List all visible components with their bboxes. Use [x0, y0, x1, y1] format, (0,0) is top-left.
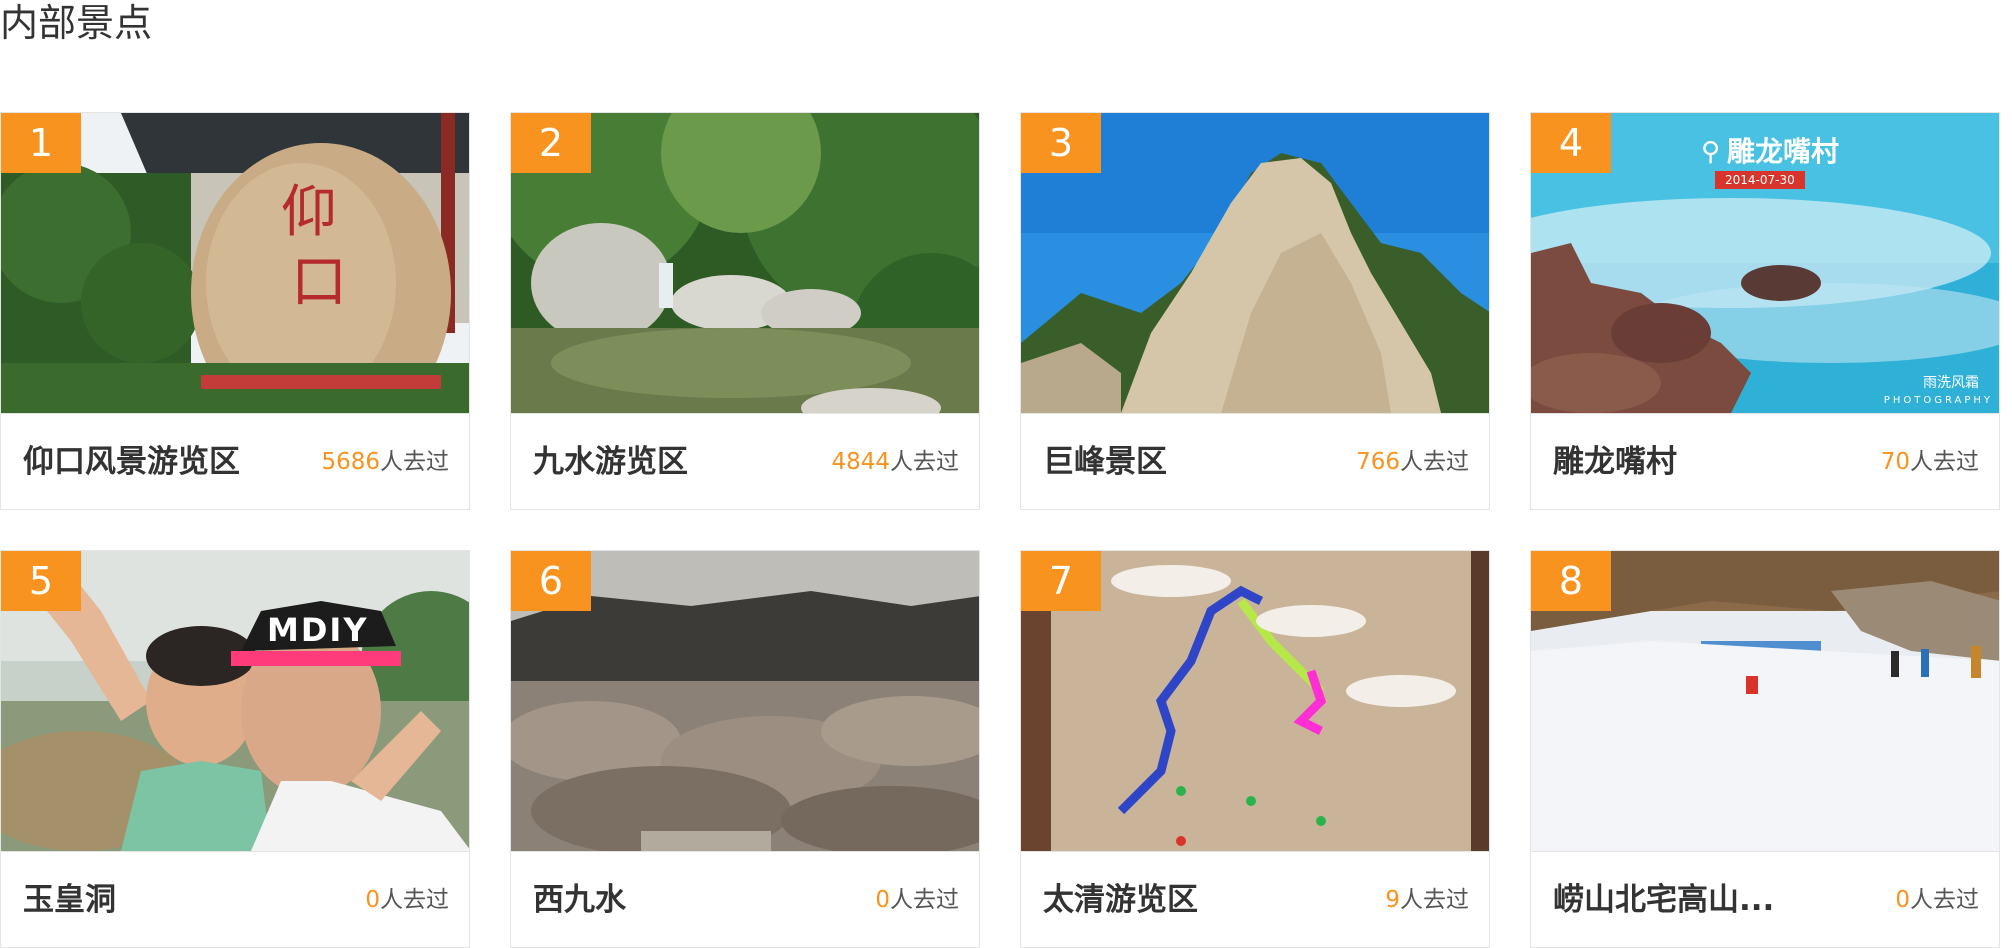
visit-suffix: 人去过 [380, 887, 449, 913]
overlay-date: 2014-07-30 [1715, 171, 1805, 189]
spot-name[interactable]: 太清游览区 [1043, 852, 1198, 947]
spot-info: 崂山北宅高山... 0人去过 [1531, 851, 1999, 947]
spot-card-1[interactable]: 仰 口 1 仰口风景游览区 5686人去过 [0, 112, 470, 510]
spot-info: 九水游览区 4844人去过 [511, 413, 979, 509]
page-title: 内部景点 [0, 1, 153, 45]
visit-count: 9人去过 [1385, 852, 1469, 947]
rank-badge: 5 [1, 551, 81, 611]
visit-suffix: 人去过 [890, 449, 959, 475]
spot-name[interactable]: 九水游览区 [533, 414, 688, 509]
spot-info: 巨峰景区 766人去过 [1021, 413, 1489, 509]
spot-card-3[interactable]: 3 巨峰景区 766人去过 [1020, 112, 1490, 510]
spot-info: 雕龙嘴村 70人去过 [1531, 413, 1999, 509]
rank-badge: 3 [1021, 113, 1101, 173]
watermark: 雨洗风霜 [1923, 375, 1979, 391]
visit-suffix: 人去过 [1910, 449, 1979, 475]
spot-name[interactable]: 巨峰景区 [1043, 414, 1167, 509]
visit-number: 0 [1895, 887, 1910, 913]
visit-number: 0 [365, 887, 380, 913]
rank-badge: 1 [1, 113, 81, 173]
spot-card-4[interactable]: ⚲ 雕龙嘴村 2014-07-30 雨洗风霜 PHOTOGRAPHY 4 雕龙嘴… [1530, 112, 2000, 510]
visit-number: 766 [1356, 449, 1400, 475]
visit-suffix: 人去过 [1910, 887, 1979, 913]
visit-count: 0人去过 [875, 852, 959, 947]
overlay-title: 雕龙嘴村 [1727, 135, 1840, 168]
spot-card-6[interactable]: 6 西九水 0人去过 [510, 550, 980, 948]
visit-count: 766人去过 [1356, 414, 1469, 509]
visit-count: 4844人去过 [831, 414, 959, 509]
spot-card-7[interactable]: 7 太清游览区 9人去过 [1020, 550, 1490, 948]
visit-count: 0人去过 [365, 852, 449, 947]
rank-badge: 7 [1021, 551, 1101, 611]
visit-suffix: 人去过 [1400, 887, 1469, 913]
visit-number: 9 [1385, 887, 1400, 913]
visit-number: 0 [875, 887, 890, 913]
spot-card-5[interactable]: MDIY 5 玉皇洞 0人去过 [0, 550, 470, 948]
spot-name[interactable]: 崂山北宅高山... [1553, 852, 1774, 947]
spot-info: 西九水 0人去过 [511, 851, 979, 947]
visit-count: 0人去过 [1895, 852, 1979, 947]
visit-number: 4844 [831, 449, 890, 475]
spot-info: 太清游览区 9人去过 [1021, 851, 1489, 947]
visit-suffix: 人去过 [380, 449, 449, 475]
spot-card-8[interactable]: 8 崂山北宅高山... 0人去过 [1530, 550, 2000, 948]
visit-suffix: 人去过 [1400, 449, 1469, 475]
visit-count: 70人去过 [1880, 414, 1979, 509]
spot-name[interactable]: 西九水 [533, 852, 626, 947]
cap-text: MDIY [267, 611, 369, 649]
spot-card-2[interactable]: 2 九水游览区 4844人去过 [510, 112, 980, 510]
rank-badge: 4 [1531, 113, 1611, 173]
rank-badge: 6 [511, 551, 591, 611]
spot-name[interactable]: 雕龙嘴村 [1553, 414, 1677, 509]
rank-badge: 2 [511, 113, 591, 173]
rank-badge: 8 [1531, 551, 1611, 611]
spot-info: 仰口风景游览区 5686人去过 [1, 413, 469, 509]
spot-name[interactable]: 仰口风景游览区 [23, 414, 240, 509]
visit-count: 5686人去过 [321, 414, 449, 509]
visit-number: 70 [1880, 449, 1910, 475]
visit-suffix: 人去过 [890, 887, 959, 913]
location-pin-icon: ⚲ [1701, 137, 1721, 167]
watermark-sub: PHOTOGRAPHY [1883, 395, 1993, 406]
spot-name[interactable]: 玉皇洞 [23, 852, 116, 947]
spot-info: 玉皇洞 0人去过 [1, 851, 469, 947]
visit-number: 5686 [321, 449, 380, 475]
